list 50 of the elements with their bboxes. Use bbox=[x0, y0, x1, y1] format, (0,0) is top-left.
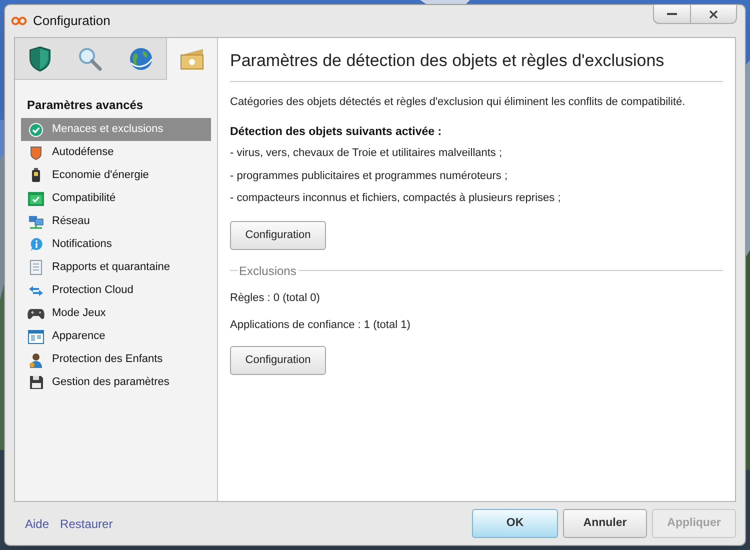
globe-icon bbox=[128, 46, 153, 70]
list-item-text: - compacteurs inconnus et fichiers, compactés à plusieurs reprises ; bbox=[230, 191, 562, 206]
sidebar-item[interactable]: Gestion des paramètres bbox=[21, 371, 211, 394]
window-check-icon bbox=[28, 192, 44, 206]
battery-icon bbox=[31, 168, 41, 183]
minimize-button[interactable] bbox=[653, 4, 691, 24]
list-item-text: - virus, vers, chevaux de Troie et utilitaires malveillants ; bbox=[230, 146, 504, 162]
sidebar-item[interactable]: Mode Jeux bbox=[21, 302, 211, 325]
person-icon bbox=[28, 352, 44, 368]
box-icon bbox=[178, 47, 205, 71]
computers-icon bbox=[28, 214, 44, 228]
sidebar-item[interactable]: Apparence bbox=[21, 325, 211, 348]
shield-icon bbox=[30, 146, 42, 160]
sidebar-item[interactable]: Protection Cloud bbox=[21, 279, 211, 302]
check-icon bbox=[29, 122, 43, 136]
sidebar-item[interactable]: Notifications bbox=[21, 233, 211, 256]
footer-link[interactable]: Aide bbox=[25, 514, 50, 532]
section-heading: Détection des objets suivants activée : bbox=[230, 125, 443, 140]
info-text: Applications de confiance : 1 (total 1) bbox=[230, 318, 412, 334]
sidebar-item[interactable]: Economie d'énergie bbox=[21, 164, 211, 187]
section-legend: Exclusions bbox=[238, 262, 298, 280]
shield-icon bbox=[29, 46, 52, 72]
app-logo-icon bbox=[11, 16, 27, 26]
info-icon bbox=[28, 237, 44, 252]
gamepad-icon bbox=[27, 308, 45, 320]
search-icon bbox=[78, 46, 102, 70]
sidebar-item[interactable]: Rapports et quarantaine bbox=[21, 256, 211, 279]
configuration-button[interactable]: Configuration bbox=[230, 346, 326, 375]
close-button[interactable] bbox=[691, 4, 737, 24]
sidebar-item[interactable]: Réseau bbox=[21, 210, 211, 233]
dialog-button[interactable]: OK bbox=[472, 509, 558, 538]
minimize-icon bbox=[667, 13, 677, 15]
toolbar-tab[interactable] bbox=[15, 38, 66, 80]
toolbar-tab[interactable] bbox=[116, 38, 167, 80]
dialog-button[interactable]: Annuler bbox=[563, 509, 647, 538]
info-text: Règles : 0 (total 0) bbox=[230, 290, 321, 306]
two-arrows-icon bbox=[28, 284, 44, 296]
page-title: Paramètres de détection des objets et règles d'exclusions bbox=[230, 48, 723, 82]
window-icon bbox=[28, 330, 44, 344]
description-text: Catégories des objets détectés et règles d'exclusion qui éliminent les conflits de compatibilité. bbox=[230, 94, 686, 110]
list-item-text: - programmes publicitaires et programmes numéroteurs ; bbox=[230, 168, 509, 184]
sidebar-item[interactable]: Autodéfense bbox=[21, 141, 211, 164]
sidebar-heading: Paramètres avancés bbox=[27, 97, 144, 114]
sidebar-item[interactable]: Protection des Enfants bbox=[21, 348, 211, 371]
sidebar-item[interactable]: Compatibilité bbox=[21, 187, 211, 210]
window-title: Configuration bbox=[33, 12, 110, 30]
close-icon bbox=[709, 10, 718, 18]
footer-link[interactable]: Restaurer bbox=[60, 514, 113, 532]
document-icon bbox=[30, 260, 42, 275]
configuration-button[interactable]: Configuration bbox=[230, 220, 326, 250]
